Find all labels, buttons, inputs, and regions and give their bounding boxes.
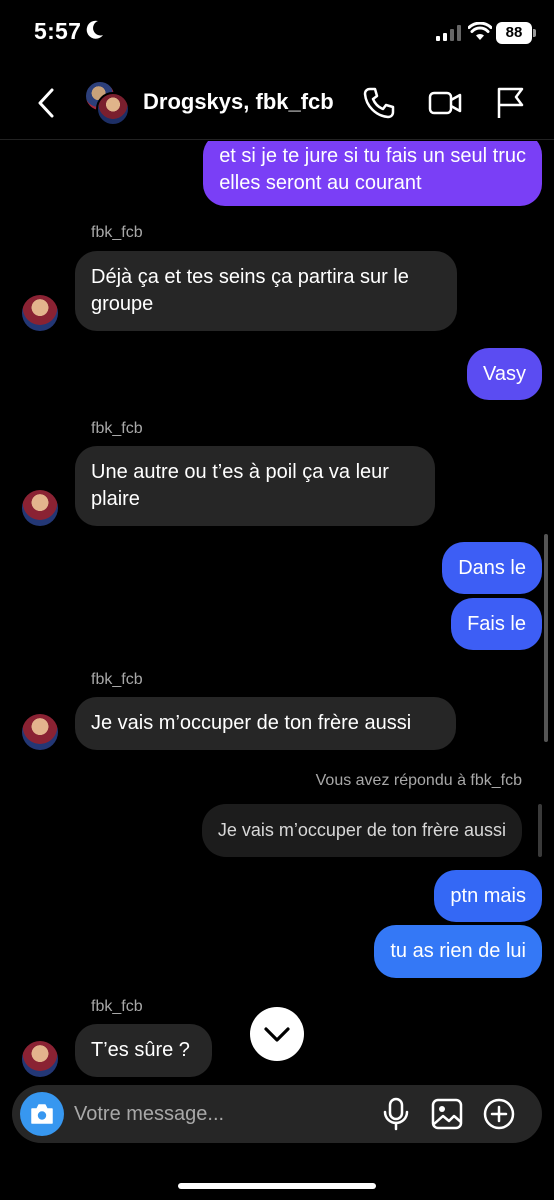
- plus-circle-icon[interactable]: [482, 1097, 516, 1131]
- flag-icon[interactable]: [494, 86, 528, 120]
- camera-button[interactable]: [20, 1092, 64, 1136]
- incoming-message[interactable]: Je vais m’occuper de ton frère aussi: [75, 697, 456, 750]
- outgoing-message[interactable]: et si je te jure si tu fais un seul truc…: [203, 141, 542, 206]
- chat-title[interactable]: Drogskys, fbk_fcb: [143, 89, 334, 115]
- avatar[interactable]: [22, 714, 58, 750]
- scroll-to-bottom-button[interactable]: [250, 1007, 304, 1061]
- message-composer: [12, 1085, 542, 1143]
- status-bar: 5:57 88: [0, 0, 554, 66]
- reply-context-label: Vous avez répondu à fbk_fcb: [315, 772, 522, 789]
- message-text: Vasy: [483, 362, 526, 385]
- reply-quote-text: Je vais m’occuper de ton frère aussi: [217, 820, 506, 840]
- outgoing-message[interactable]: Fais le: [451, 598, 542, 650]
- message-text: tu as rien de lui: [390, 940, 526, 962]
- avatar: [96, 92, 130, 126]
- home-indicator: [178, 1183, 376, 1189]
- message-text: ptn mais: [450, 884, 526, 907]
- message-line: Une autre ou t’es à poil ça va leur: [91, 461, 389, 483]
- incoming-message[interactable]: T’es sûre ?: [75, 1024, 212, 1077]
- video-call-icon[interactable]: [428, 86, 462, 120]
- battery-tip: [533, 29, 536, 37]
- group-avatar[interactable]: [84, 80, 132, 128]
- message-text: Je vais m’occuper de ton frère aussi: [91, 712, 412, 734]
- outgoing-message[interactable]: ptn mais: [434, 870, 542, 922]
- sender-name: fbk_fcb: [91, 224, 143, 241]
- signal-icon: [436, 25, 461, 41]
- sender-name: fbk_fcb: [91, 420, 143, 437]
- avatar[interactable]: [22, 490, 58, 526]
- message-thread[interactable]: et si je te jure si tu fais un seul truc…: [0, 141, 554, 1085]
- avatar[interactable]: [22, 1041, 58, 1077]
- incoming-message[interactable]: Une autre ou t’es à poil ça va leur plai…: [75, 446, 435, 526]
- scrollbar[interactable]: [544, 534, 548, 742]
- outgoing-message[interactable]: tu as rien de lui: [374, 925, 542, 978]
- message-text: Dans le: [458, 556, 526, 579]
- message-line: groupe: [91, 293, 154, 315]
- message-line: et si je te jure si tu fais un seul truc: [219, 144, 526, 167]
- chevron-down-icon: [264, 1027, 290, 1042]
- message-text: Fais le: [467, 612, 526, 635]
- message-line: Déjà ça et tes seins ça partira sur le: [91, 266, 409, 288]
- outgoing-message[interactable]: Vasy: [467, 348, 542, 400]
- gallery-icon[interactable]: [430, 1097, 464, 1131]
- replied-to-message[interactable]: Je vais m’occuper de ton frère aussi: [201, 804, 522, 857]
- sender-name: fbk_fcb: [91, 998, 143, 1015]
- sender-name: fbk_fcb: [91, 671, 143, 688]
- status-time: 5:57: [34, 18, 82, 44]
- camera-icon: [31, 1104, 53, 1124]
- message-input[interactable]: [74, 1096, 374, 1132]
- reply-bar: [538, 804, 542, 857]
- battery-indicator: 88: [496, 22, 532, 44]
- chat-header: Drogskys, fbk_fcb: [0, 66, 554, 140]
- phone-icon[interactable]: [362, 86, 396, 120]
- incoming-message[interactable]: Déjà ça et tes seins ça partira sur le g…: [75, 251, 457, 331]
- message-text: T’es sûre ?: [91, 1039, 190, 1061]
- outgoing-message[interactable]: Dans le: [442, 542, 542, 594]
- message-line: elles seront au courant: [219, 171, 422, 194]
- message-line: plaire: [91, 488, 140, 510]
- moon-icon: [86, 20, 103, 39]
- avatar[interactable]: [22, 295, 58, 331]
- wifi-icon: [468, 22, 492, 40]
- microphone-icon[interactable]: [379, 1097, 413, 1131]
- back-arrow-icon[interactable]: [34, 86, 58, 120]
